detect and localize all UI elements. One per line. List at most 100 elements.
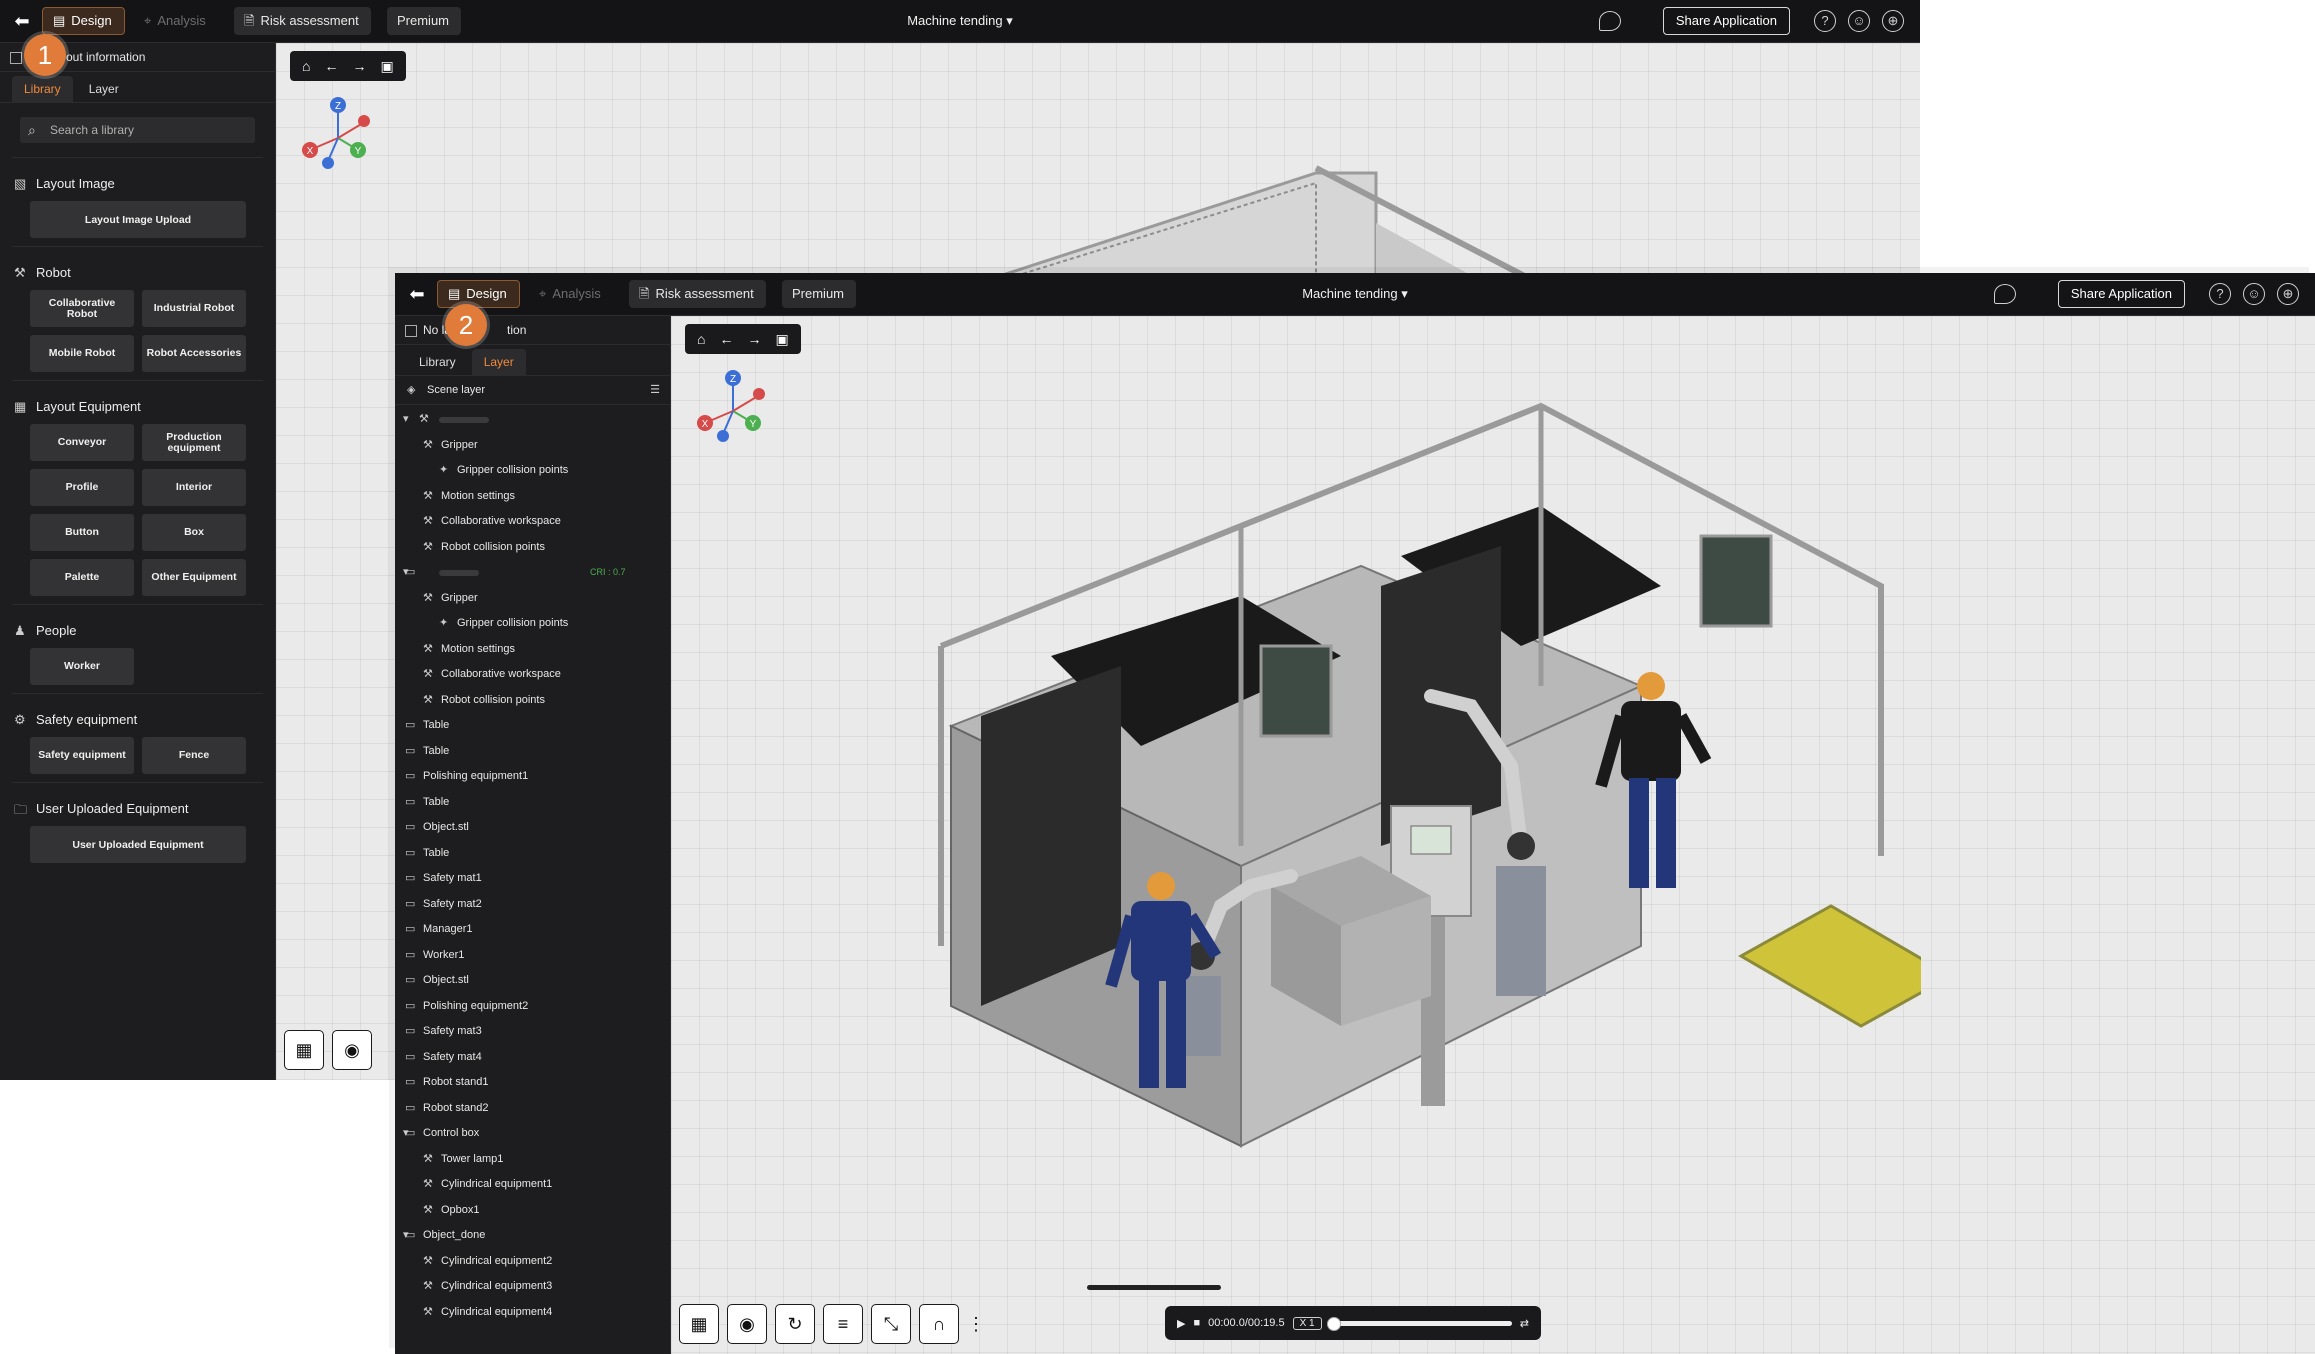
tab-design[interactable]: ▤ Design bbox=[42, 7, 125, 35]
layer-row[interactable]: ▭ Worker1 bbox=[395, 943, 670, 969]
layer-row[interactable]: ⚒ Cylindrical equipment1 bbox=[395, 1172, 670, 1198]
mobile-robot-button[interactable]: Mobile Robot bbox=[30, 335, 134, 372]
layer-row[interactable]: ⚒ Cylindrical equipment3 bbox=[395, 1274, 670, 1300]
loop-icon[interactable]: ⇄ bbox=[1520, 1317, 1529, 1330]
layer-row[interactable]: ⚒ Tower lamp1 bbox=[395, 1147, 670, 1173]
layer-row[interactable]: ▾ ▭ Control box bbox=[395, 1121, 670, 1147]
share-application-button[interactable]: Share Application bbox=[2057, 280, 2185, 308]
layer-row[interactable]: ⚒ Opbox1 bbox=[395, 1198, 670, 1224]
layer-row[interactable]: ⚒ Cylindrical equipment2 bbox=[395, 1249, 670, 1275]
filter-icon[interactable]: ☰ bbox=[650, 376, 660, 404]
magnet-icon[interactable]: ∩ bbox=[919, 1304, 959, 1344]
layer-row[interactable]: ▭ Manager1 bbox=[395, 917, 670, 943]
back-icon[interactable]: ⬅ bbox=[405, 282, 429, 306]
layer-row[interactable]: ▭ Polishing equipment1 bbox=[395, 764, 670, 790]
tab-library[interactable]: Library bbox=[407, 349, 468, 375]
stop-icon[interactable]: ■ bbox=[1193, 1317, 1200, 1329]
viewport-3d[interactable]: ⌂ ← → ▣ Z X Y ▦ ◉ ↻ ≡ ⤡ ∩ ⋮ ▶ ■ 00:00.0/… bbox=[671, 316, 2315, 1354]
playback-slider[interactable] bbox=[1326, 1316, 1512, 1331]
layer-row[interactable]: ▾ ▭ Object_done bbox=[395, 1223, 670, 1249]
library-search-input[interactable]: ⌕ Search a library bbox=[20, 117, 255, 143]
layer-row[interactable]: ✦ Gripper collision points bbox=[395, 611, 670, 637]
layer-row[interactable]: ⚒ Motion settings bbox=[395, 637, 670, 663]
collaborative-robot-button[interactable]: Collaborative Robot bbox=[30, 290, 134, 327]
scale-icon[interactable]: ⤡ bbox=[871, 1304, 911, 1344]
save-icon[interactable]: ▣ bbox=[380, 58, 393, 75]
grid-icon[interactable]: ▦ bbox=[284, 1030, 324, 1070]
project-title-dropdown[interactable]: Machine tending ▾ bbox=[1302, 286, 1408, 301]
layer-row[interactable]: ✦ Gripper collision points bbox=[395, 458, 670, 484]
box-button[interactable]: Box bbox=[142, 514, 246, 551]
layer-row[interactable]: ▭ Table bbox=[395, 790, 670, 816]
play-icon[interactable]: ▶ bbox=[1177, 1317, 1185, 1330]
layer-row[interactable]: ▭ Object.stl bbox=[395, 815, 670, 841]
playback-slider-knob[interactable] bbox=[1326, 1316, 1341, 1331]
robot-cell-model[interactable] bbox=[821, 386, 1921, 1186]
user-icon[interactable]: ☺ bbox=[2243, 283, 2265, 305]
tab-layer[interactable]: Layer bbox=[471, 349, 526, 375]
home-icon[interactable]: ⌂ bbox=[697, 331, 705, 347]
eye-icon[interactable]: ◉ bbox=[727, 1304, 767, 1344]
tab-design[interactable]: ▤ Design bbox=[437, 280, 520, 308]
layer-row[interactable]: ⚒ Cylindrical equipment4 bbox=[395, 1300, 670, 1326]
undo-icon[interactable]: ← bbox=[324, 58, 338, 74]
panel-drag-handle[interactable] bbox=[1087, 1285, 1221, 1290]
layer-row[interactable]: ▭ Robot stand2 bbox=[395, 1096, 670, 1122]
share-application-button[interactable]: Share Application bbox=[1662, 7, 1790, 35]
fence-button[interactable]: Fence bbox=[142, 737, 246, 774]
layer-row[interactable]: ▭ Table bbox=[395, 713, 670, 739]
scene-layer-header[interactable]: ◈ Scene layer ☰ bbox=[395, 376, 670, 405]
axis-gizmo-icon[interactable]: Z X Y bbox=[298, 93, 378, 173]
tab-premium[interactable]: Premium bbox=[782, 280, 857, 308]
axis-gizmo-icon[interactable]: Z X Y bbox=[693, 366, 773, 446]
button-button[interactable]: Button bbox=[30, 514, 134, 551]
safety-equipment-button[interactable]: Safety equipment bbox=[30, 737, 134, 774]
user-icon[interactable]: ☺ bbox=[1848, 10, 1870, 32]
layer-row[interactable]: ▭ Polishing equipment2 bbox=[395, 994, 670, 1020]
back-icon[interactable]: ⬅ bbox=[10, 9, 34, 33]
tab-risk-assessment[interactable]: 🗎 Risk assessment bbox=[234, 7, 371, 35]
tab-risk-assessment[interactable]: 🗎 Risk assessment bbox=[629, 280, 766, 308]
expand-caret-icon[interactable]: ▾ bbox=[403, 407, 409, 433]
layer-row-robot[interactable]: ▾ ⚒ bbox=[395, 407, 670, 433]
tab-library[interactable]: Library bbox=[12, 76, 73, 102]
industrial-robot-button[interactable]: Industrial Robot bbox=[142, 290, 246, 327]
production-equipment-button[interactable]: Production equipment bbox=[142, 424, 246, 461]
home-icon[interactable]: ⌂ bbox=[302, 58, 310, 74]
layer-row[interactable]: ⚒ Robot collision points bbox=[395, 535, 670, 561]
layer-row[interactable]: ⚒ Collaborative workspace bbox=[395, 509, 670, 535]
worker-button[interactable]: Worker bbox=[30, 648, 134, 685]
project-title-dropdown[interactable]: Machine tending ▾ bbox=[907, 13, 1013, 28]
other-equipment-button[interactable]: Other Equipment bbox=[142, 559, 246, 596]
tab-analysis[interactable]: ⌖ Analysis bbox=[529, 280, 613, 308]
layer-row[interactable]: ▭ Safety mat2 bbox=[395, 892, 670, 918]
user-uploaded-equipment-button[interactable]: User Uploaded Equipment bbox=[30, 826, 246, 863]
redo-icon[interactable]: → bbox=[352, 58, 366, 74]
conveyor-button[interactable]: Conveyor bbox=[30, 424, 134, 461]
layer-row[interactable]: ▭ Safety mat4 bbox=[395, 1045, 670, 1071]
save-icon[interactable]: ▣ bbox=[775, 331, 788, 348]
layer-row[interactable]: ⚒ Motion settings bbox=[395, 484, 670, 510]
robot-accessories-button[interactable]: Robot Accessories bbox=[142, 335, 246, 372]
layer-row[interactable]: ▭ Table bbox=[395, 841, 670, 867]
redo-icon[interactable]: → bbox=[747, 331, 761, 347]
layer-row[interactable]: ▾ ▭ CRI : 0.7 bbox=[395, 560, 670, 586]
layer-row[interactable]: ⚒ Gripper bbox=[395, 433, 670, 459]
help-icon[interactable]: ? bbox=[2209, 283, 2231, 305]
undo-icon[interactable]: ← bbox=[719, 331, 733, 347]
interior-button[interactable]: Interior bbox=[142, 469, 246, 506]
layer-row[interactable]: ▭ Object.stl bbox=[395, 968, 670, 994]
layer-row[interactable]: ▭ Table bbox=[395, 739, 670, 765]
align-icon[interactable]: ≡ bbox=[823, 1304, 863, 1344]
more-icon[interactable]: ⋮ bbox=[967, 1304, 985, 1344]
layer-row[interactable]: ⚒ Robot collision points bbox=[395, 688, 670, 714]
layer-row[interactable]: ▭ Robot stand1 bbox=[395, 1070, 670, 1096]
layout-image-upload-button[interactable]: Layout Image Upload bbox=[30, 201, 246, 238]
layer-row[interactable]: ⚒ Collaborative workspace bbox=[395, 662, 670, 688]
chat-icon[interactable] bbox=[1598, 11, 1621, 31]
layer-row[interactable]: ▭ Safety mat1 bbox=[395, 866, 670, 892]
globe-icon[interactable]: ⊕ bbox=[2277, 283, 2299, 305]
chat-icon[interactable] bbox=[1993, 284, 2016, 304]
playback-speed[interactable]: X 1 bbox=[1292, 1316, 1322, 1330]
profile-button[interactable]: Profile bbox=[30, 469, 134, 506]
